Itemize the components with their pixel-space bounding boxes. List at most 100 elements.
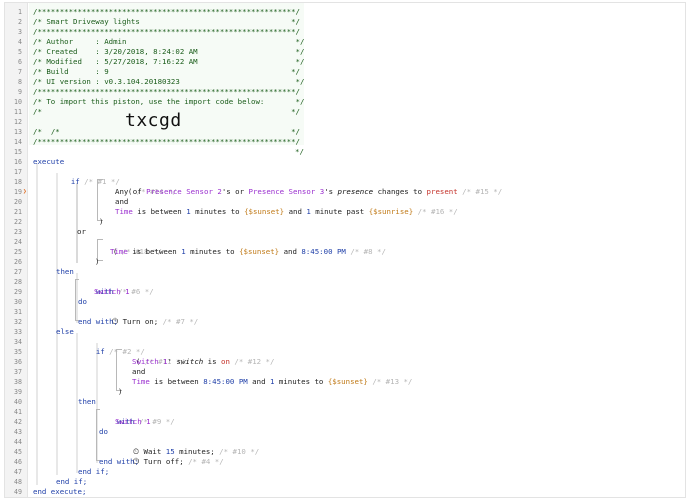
line-number: 18 (14, 178, 22, 186)
statement-id: /* #7 */ (162, 317, 199, 326)
line-number: 27 (14, 268, 22, 276)
line-number: 17 (14, 168, 22, 176)
header-build: /* Build : 9 */ (33, 67, 300, 76)
task-turn-on[interactable]: ⏻ Turn on; /* #7 */ (94, 307, 198, 326)
header-blank: /* */ (33, 127, 300, 136)
execute-indent-bar (36, 163, 38, 485)
close-paren: ) (99, 217, 104, 226)
condition-8[interactable]: Time is between 1 minutes to {$sunset} a… (110, 247, 386, 257)
close-paren: ) (118, 387, 123, 396)
line-number: 23 (14, 228, 22, 236)
line-number: 16 (14, 158, 22, 166)
statement-id: /* #8 */ (350, 247, 386, 256)
text: is between (127, 247, 182, 256)
condition-12[interactable]: Switch 1' switch is on /* #12 */ (132, 357, 274, 367)
header-created: /* Created : 3/20/2018, 8:24:02 AM */ (33, 47, 305, 56)
text: is between (132, 207, 187, 216)
line-number: 29 (14, 288, 22, 296)
text: 's or (221, 187, 249, 196)
line-number: 40 (14, 398, 22, 406)
line-number: 7 (18, 68, 22, 76)
time-value: 8:45:00 PM (301, 247, 346, 256)
line-number: 5 (18, 48, 22, 56)
line-number-gutter: 1 2 3 4 5 6 7 8 9 10 11 12 13 14 15 16 17 18 19 ❯ 20 21 22 23 24… (5, 3, 28, 497)
line-number: 8 (18, 78, 22, 86)
group-18-open[interactable]: ( /* #18 */ (95, 237, 162, 256)
line-number: 37 (14, 368, 22, 376)
text: 's (324, 187, 338, 196)
group-14-open[interactable]: ( /* #14 */ (110, 177, 177, 196)
line-number: 36 (14, 358, 22, 366)
task-turn-off[interactable]: ⏻ Turn off; /* #4 */ (115, 447, 224, 466)
and-operator: and (132, 367, 146, 376)
line-number: 45 (14, 448, 22, 456)
import-code[interactable]: txcgd (125, 112, 182, 130)
trigger-marker-icon: ❯ (23, 188, 27, 195)
line-number: 6 (18, 58, 22, 66)
group-11-open[interactable]: ( /* #11 */ (118, 347, 185, 366)
end-if-keyword: end if; (56, 477, 88, 486)
statement-id: /* #13 */ (372, 377, 413, 386)
if-keyword: if (70, 177, 80, 186)
if1-indent-bar (56, 173, 58, 475)
close-paren: ) (95, 257, 100, 266)
condition-15[interactable]: Any of Presence Sensor 2's or Presence S… (115, 187, 502, 197)
line-number: 28 (14, 278, 22, 286)
piston-code-view: 1 2 3 4 5 6 7 8 9 10 11 12 13 14 15 16 17 18 19 ❯ 20 21 22 23 24… (4, 2, 686, 498)
value-on: on (221, 357, 230, 366)
task-wait[interactable]: ⏲ Wait 15 minutes; /* #10 */ (115, 437, 259, 456)
line-number: 33 (14, 328, 22, 336)
execute-keyword[interactable]: execute (33, 157, 64, 167)
with-statement-6[interactable]: with /* #6 */ (78, 277, 154, 296)
line-number: 49 (14, 488, 22, 496)
condition-16[interactable]: Time is between 1 minutes to {$sunset} a… (115, 207, 458, 217)
line-number: 20 (14, 198, 22, 206)
sunset-variable: {$sunset} (244, 207, 285, 216)
with-statement-9[interactable]: with /* #9 */ (99, 407, 175, 426)
line-number: 10 (14, 98, 22, 106)
if-statement-2[interactable]: if /* #2 */ (78, 337, 145, 356)
line-number: 30 (14, 298, 22, 306)
line-number: 19 (14, 188, 22, 196)
end-if-keyword: end if; (78, 467, 110, 476)
text: and (284, 207, 307, 216)
line-number: 38 (14, 378, 22, 386)
line-number: 12 (14, 118, 22, 126)
then-keyword: then (78, 397, 96, 406)
header-ui-version: /* UI version : v0.3.104.20180323 */ (33, 77, 305, 86)
header-border: /***************************************… (33, 87, 300, 96)
text: minutes to (274, 377, 328, 386)
line-number: 2 (18, 18, 22, 26)
line-number: 11 (14, 108, 22, 116)
statement-id: /* #16 */ (417, 207, 458, 216)
device-switch-1[interactable]: Switch 1 (94, 287, 130, 297)
line-number: 46 (14, 458, 22, 466)
and-operator: and (115, 197, 129, 206)
line-number: 15 (14, 148, 22, 156)
line-number: 34 (14, 338, 22, 346)
statement-id: /* #12 */ (234, 357, 275, 366)
device-presence-sensor-2: Presence Sensor 2 (146, 187, 222, 196)
header-border: /***************************************… (33, 7, 300, 16)
line-number: 9 (18, 88, 22, 96)
text: minutes to (185, 247, 240, 256)
device-switch-1[interactable]: Switch 1 (115, 417, 151, 427)
time-value: 8:45:00 PM (203, 377, 248, 386)
condition-group-bar (76, 183, 78, 263)
text: and (247, 377, 270, 386)
line-number: 1 (18, 8, 22, 16)
line-number: 31 (14, 308, 22, 316)
if-statement-1[interactable]: if /* #1 */ (53, 167, 120, 186)
line-number: 47 (14, 468, 22, 476)
time-label: Time (110, 247, 128, 256)
header-import-note: /* To import this piston, use the import… (33, 97, 305, 106)
with6-box (75, 279, 76, 321)
header-border: /***************************************… (33, 137, 300, 146)
end-with-keyword: end with; (78, 317, 119, 326)
text: minutes to (190, 207, 245, 216)
sunset-variable: {$sunset} (239, 247, 280, 256)
end-with-keyword: end with; (99, 457, 140, 466)
else-keyword: else (56, 327, 74, 336)
condition-13[interactable]: Time is between 8:45:00 PM and 1 minutes… (132, 377, 412, 387)
line-number: 24 (14, 238, 22, 246)
